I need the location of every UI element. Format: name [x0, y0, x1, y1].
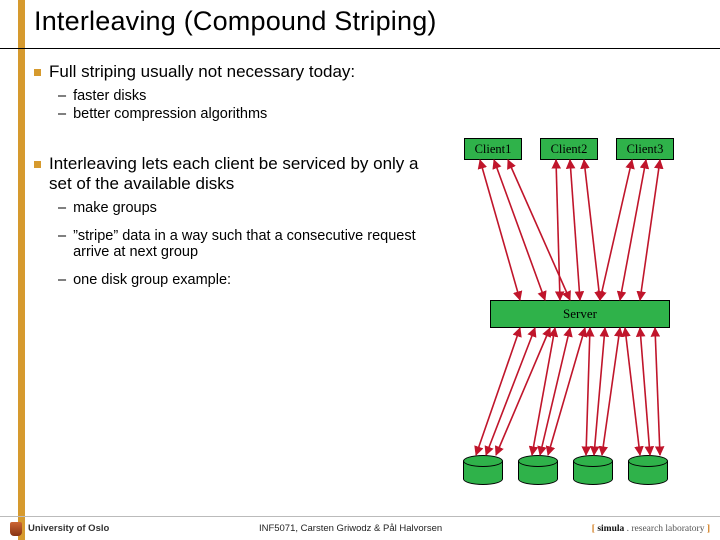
footer-course: INF5071, Carsten Griwodz & Pål Halvorsen [259, 523, 442, 534]
disk-2-icon [518, 455, 558, 485]
bullet-2-text: Interleaving lets each client be service… [49, 154, 434, 194]
dash-icon: – [58, 88, 66, 104]
dash-icon: – [58, 106, 66, 122]
disk-4-icon [628, 455, 668, 485]
dash-icon: – [58, 200, 66, 216]
body-text: Full striping usually not necessary toda… [34, 58, 434, 288]
accent-bar [18, 0, 25, 540]
footer-university: University of Oslo [28, 523, 109, 534]
bullet-2-sub-3: –one disk group example: [58, 272, 434, 288]
slide-title: Interleaving (Compound Striping) [34, 6, 437, 37]
footer: University of Oslo INF5071, Carsten Griw… [0, 516, 720, 540]
client-1-box: Client1 [464, 138, 522, 160]
client-2-box: Client2 [540, 138, 598, 160]
bullet-1-sub-2: –better compression algorithms [58, 106, 434, 122]
bullet-1-text: Full striping usually not necessary toda… [49, 62, 355, 82]
footer-left: University of Oslo [10, 522, 109, 536]
disk-3-icon [573, 455, 613, 485]
client-3-box: Client3 [616, 138, 674, 160]
bullet-2: Interleaving lets each client be service… [34, 154, 434, 194]
crest-icon [10, 522, 22, 536]
title-rule [0, 48, 720, 49]
disk-1-icon [463, 455, 503, 485]
slide: Interleaving (Compound Striping) Full st… [0, 0, 720, 540]
dash-icon: – [58, 228, 66, 244]
dash-icon: – [58, 272, 66, 288]
bullet-square-icon [34, 161, 41, 168]
bullet-square-icon [34, 69, 41, 76]
footer-lab: [ simula . research laboratory ] [592, 524, 710, 534]
bullet-2-sub-1: –make groups [58, 200, 434, 216]
bullet-2-sub-2: –”stripe” data in a way such that a cons… [58, 228, 434, 260]
bullet-1: Full striping usually not necessary toda… [34, 62, 434, 82]
server-box: Server [490, 300, 670, 328]
bullet-1-sub-1: –faster disks [58, 88, 434, 104]
